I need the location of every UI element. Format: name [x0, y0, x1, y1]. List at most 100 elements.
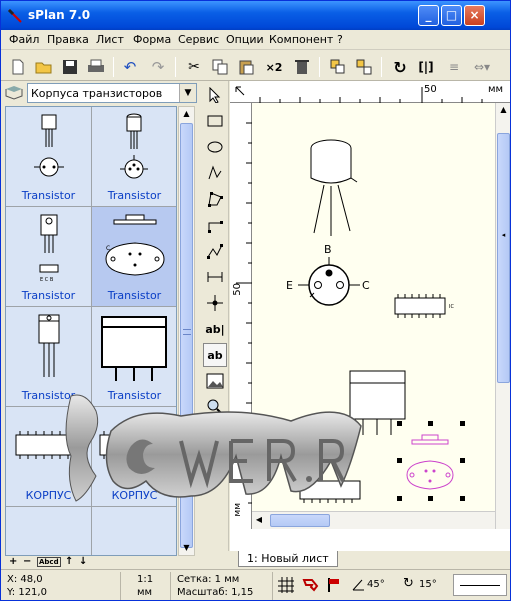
drawing-sheet[interactable]: B E C IC — [252, 103, 495, 529]
library-select-value: Корпуса транзисторов — [31, 87, 163, 100]
redo-button[interactable]: ↷ — [147, 56, 169, 78]
add-component-button[interactable]: + — [9, 556, 17, 567]
component-tile[interactable]: КОРПУС — [6, 407, 92, 507]
junction-icon — [207, 295, 223, 311]
ungroup-button[interactable] — [353, 56, 375, 78]
menu-sheet[interactable]: Лист — [96, 33, 124, 46]
status-scale-ratio: 1:1 — [137, 574, 154, 585]
component-tile-empty[interactable] — [92, 507, 176, 555]
move-down-button[interactable]: ↓ — [79, 556, 87, 567]
select-tool[interactable] — [203, 83, 227, 107]
snap-anchor-button[interactable] — [325, 576, 345, 594]
canvas-vertical-scrollbar[interactable]: ▲ ◂ — [495, 103, 510, 529]
image-tool[interactable] — [203, 369, 227, 393]
menu-file[interactable]: Файл — [9, 33, 39, 46]
magnet-icon — [302, 579, 319, 592]
canvas-ic-package-2[interactable] — [299, 480, 361, 503]
text-frame-tool[interactable]: ab — [203, 343, 227, 367]
menu-service[interactable]: Сервис — [178, 33, 219, 46]
ic-label: IC — [449, 304, 454, 310]
component-tile-selected[interactable]: C Transistor — [92, 207, 176, 307]
pin-label-b: B — [324, 243, 332, 256]
library-actions: + − Abcd ↑ ↓ — [5, 554, 195, 570]
duplicate-button[interactable]: ×2 — [263, 56, 285, 78]
title-bar[interactable]: sPlan 7.0 _ □ × — [1, 1, 510, 30]
library-scrollbar[interactable]: ▲ ▼ — [178, 106, 195, 556]
ellipse-tool[interactable] — [203, 135, 227, 159]
scroll-down-icon[interactable]: ▼ — [179, 541, 194, 555]
component-tile[interactable]: Transistor — [92, 107, 176, 207]
canvas-selected-to3[interactable] — [397, 421, 465, 501]
close-icon: × — [469, 8, 480, 22]
zoom-tool[interactable] — [203, 395, 227, 419]
canvas-power-transistor[interactable] — [349, 370, 406, 435]
scroll-up-icon[interactable]: ▲ — [496, 103, 510, 117]
line-width-selector[interactable] — [453, 574, 507, 596]
snap-magnet-button[interactable] — [301, 576, 321, 594]
canvas-ic-package[interactable]: IC — [394, 294, 454, 318]
component-tile[interactable]: Transistor — [6, 107, 92, 207]
canvas-horizontal-scrollbar[interactable]: ◀ — [252, 511, 495, 529]
polyline-tool[interactable] — [203, 239, 227, 263]
move-up-button[interactable]: ↑ — [65, 556, 73, 567]
library-select[interactable]: Корпуса транзисторов ▼ — [27, 83, 197, 103]
close-button[interactable]: × — [464, 5, 485, 26]
maximize-button[interactable]: □ — [441, 5, 462, 26]
align-button[interactable]: ⇔▾ — [471, 56, 493, 78]
menu-options[interactable]: Опции — [226, 33, 264, 46]
copy-button[interactable] — [209, 56, 231, 78]
angle-icon — [352, 579, 364, 591]
grid-toggle-button[interactable] — [277, 576, 295, 594]
status-scale-unit: мм — [137, 587, 153, 598]
line-tool[interactable] — [203, 213, 227, 237]
canvas-hscroll-thumb[interactable] — [270, 514, 330, 527]
line-icon — [208, 221, 223, 233]
open-button[interactable] — [33, 56, 55, 78]
component-tile[interactable]: Transistor — [6, 307, 92, 407]
canvas-vscroll-thumb[interactable] — [497, 133, 510, 383]
component-tile[interactable]: E C B Transistor — [6, 207, 92, 307]
mirror-horizontal-button[interactable]: [|] — [415, 56, 437, 78]
menu-edit[interactable]: Правка — [47, 33, 89, 46]
chevron-down-icon[interactable]: ▼ — [179, 84, 196, 102]
remove-component-button[interactable]: − — [23, 556, 31, 567]
angle-45-button[interactable]: 45° — [351, 576, 391, 594]
freehand-tool[interactable] — [203, 161, 227, 185]
status-grid-zoom: Сетка: 1 мм Масштаб: 1,15 — [171, 572, 273, 600]
minimize-button[interactable]: _ — [418, 5, 439, 26]
scroll-left-icon[interactable]: ◀ — [252, 513, 266, 527]
mirror-vertical-button[interactable]: ≡ — [443, 56, 465, 78]
group-button[interactable] — [327, 56, 349, 78]
canvas-transistor-pinout[interactable]: B E C — [286, 243, 370, 306]
component-tile[interactable]: КОРПУС — [92, 407, 176, 507]
dimension-tool[interactable] — [203, 265, 227, 289]
library-scrollbar-thumb[interactable] — [180, 123, 193, 548]
undo-button[interactable]: ↶ — [119, 56, 141, 78]
component-label: КОРПУС — [111, 489, 158, 502]
rectangle-tool[interactable] — [203, 109, 227, 133]
menu-component[interactable]: Компонент — [269, 33, 333, 46]
angle-15-button[interactable]: ↻ 15° — [403, 576, 443, 594]
scroll-up-icon[interactable]: ▲ — [179, 107, 194, 121]
text-tool[interactable]: ab| — [203, 317, 227, 341]
cut-button[interactable]: ✂ — [183, 56, 205, 78]
maximize-icon: □ — [445, 8, 458, 22]
rename-component-button[interactable]: Abcd — [37, 557, 61, 567]
grid-tool[interactable] — [203, 421, 227, 445]
component-tile-empty[interactable] — [6, 507, 92, 555]
grid-icon — [278, 577, 294, 593]
tab-sheet-1[interactable]: 1: Новый лист — [238, 551, 338, 567]
print-button[interactable] — [85, 56, 107, 78]
menu-help[interactable]: ? — [337, 33, 343, 46]
paste-button[interactable] — [235, 56, 257, 78]
rotate-button[interactable]: ↻ — [389, 56, 411, 78]
menu-shape[interactable]: Форма — [133, 33, 171, 46]
canvas-transistor-to18[interactable] — [310, 139, 358, 236]
delete-button[interactable] — [291, 56, 313, 78]
save-button[interactable] — [59, 56, 81, 78]
component-tile[interactable]: Transistor — [92, 307, 176, 407]
new-file-button[interactable] — [7, 56, 29, 78]
connector-tool[interactable] — [203, 291, 227, 315]
status-coordinates: X: 48,0 Y: 121,0 — [1, 572, 121, 600]
polygon-tool[interactable] — [203, 187, 227, 211]
